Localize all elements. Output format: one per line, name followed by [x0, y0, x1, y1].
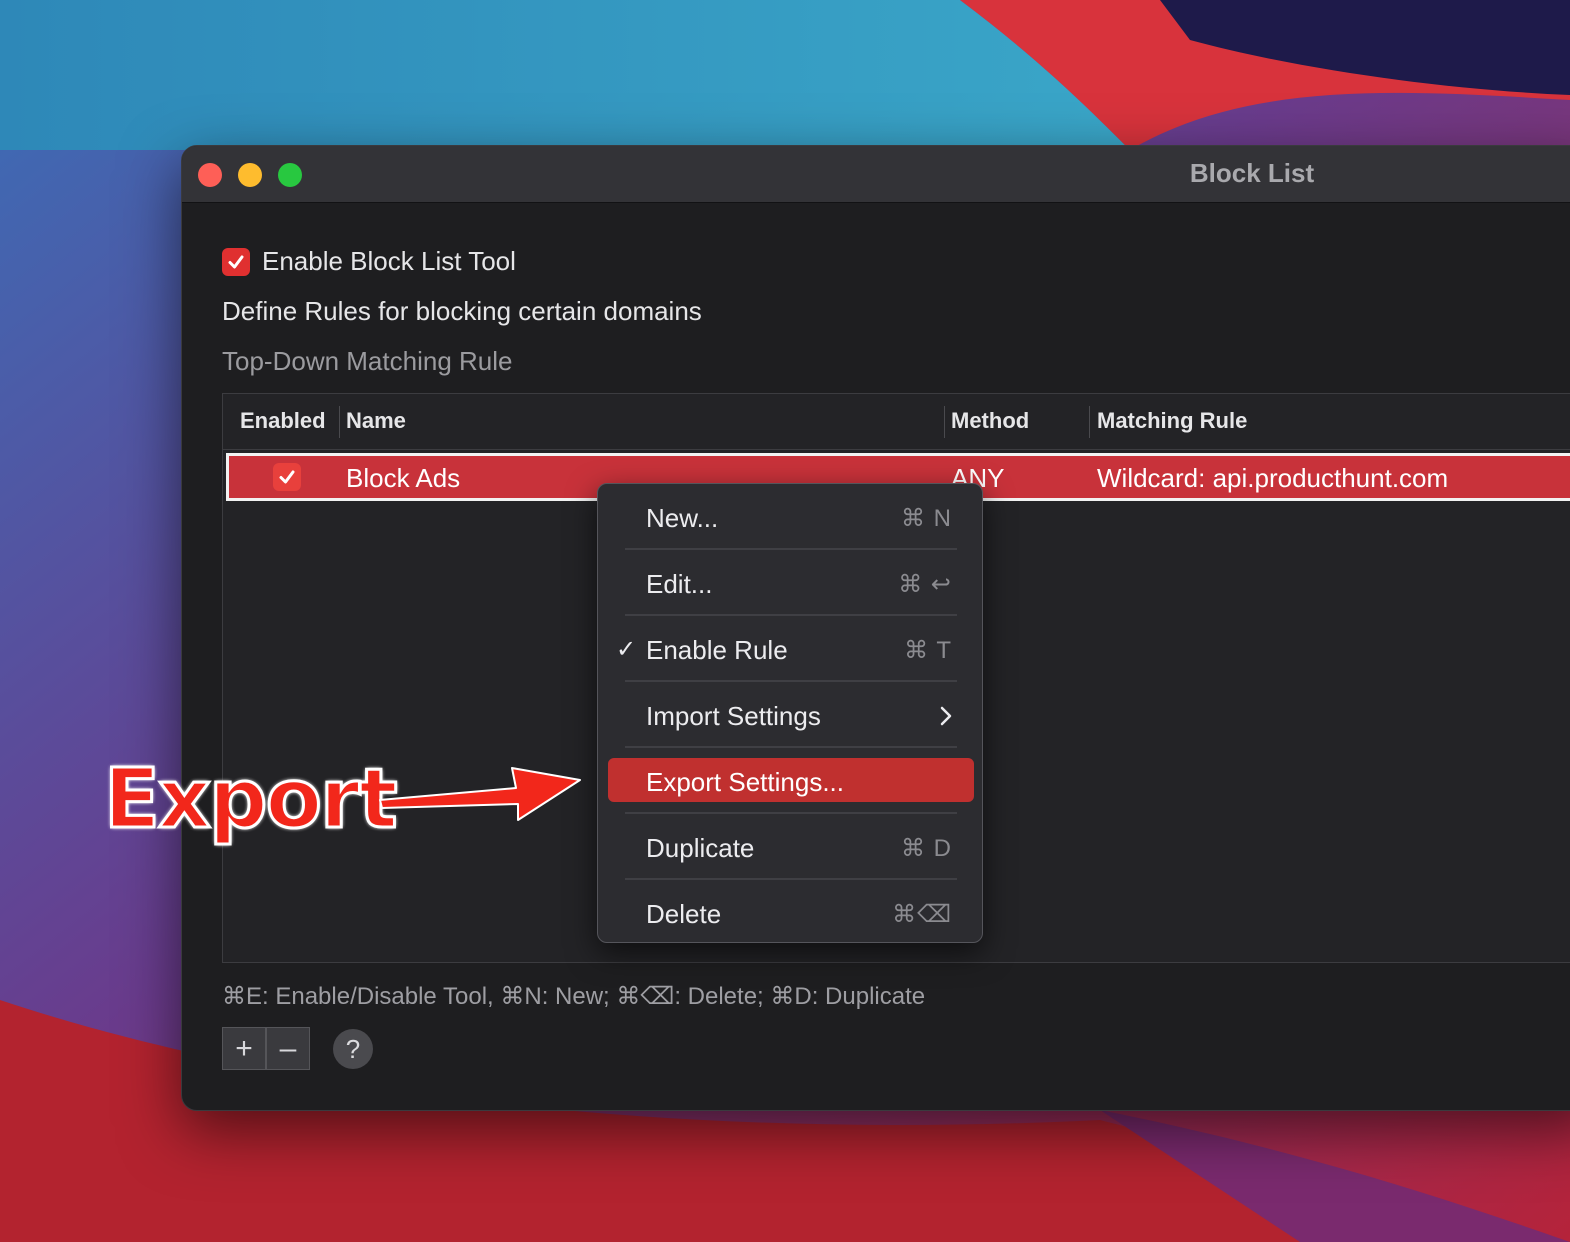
menu-separator: [625, 614, 957, 616]
menu-separator: [625, 680, 957, 682]
menu-item-export-settings[interactable]: Export Settings...: [598, 758, 984, 804]
menu-item-import-settings[interactable]: Import Settings: [598, 692, 984, 738]
menu-item-duplicate[interactable]: Duplicate ⌘ D: [598, 824, 984, 870]
column-header-matching-rule[interactable]: Matching Rule: [1097, 408, 1247, 434]
window-title: Block List: [1189, 158, 1315, 188]
menu-separator: [625, 746, 957, 748]
row-matching-rule: Wildcard: api.producthunt.com: [1097, 463, 1449, 493]
subdescription-text: Top-Down Matching Rule: [222, 346, 513, 376]
checkmark-icon: ✓: [616, 636, 637, 663]
table-header: Enabled Name Method Matching Rule: [223, 394, 1570, 450]
export-annotation: Export: [103, 751, 400, 849]
checkbox-checked-icon[interactable]: [222, 247, 250, 276]
menu-item-new[interactable]: New... ⌘ N: [598, 494, 984, 540]
enable-tool-checkbox[interactable]: Enable Block List Tool: [222, 246, 516, 277]
menu-item-edit[interactable]: Edit... ⌘ ↩: [598, 560, 984, 606]
menu-item-enable-rule[interactable]: ✓ Enable Rule ⌘ T: [598, 626, 984, 672]
menu-item-delete[interactable]: Delete ⌘⌫: [598, 890, 984, 936]
titlebar[interactable]: Block List: [182, 146, 1570, 203]
column-header-name[interactable]: Name: [346, 408, 406, 434]
column-header-enabled[interactable]: Enabled: [240, 408, 326, 434]
enable-tool-label: Enable Block List Tool: [262, 246, 516, 276]
menu-separator: [625, 812, 957, 814]
menu-separator: [625, 548, 957, 550]
column-header-method[interactable]: Method: [951, 408, 1029, 434]
description-text: Define Rules for blocking certain domain…: [222, 296, 702, 326]
add-remove-buttons: + –: [222, 1027, 310, 1070]
shortcut-hint: ⌘E: Enable/Disable Tool, ⌘N: New; ⌘⌫: De…: [222, 983, 926, 1010]
annotation-arrow-icon: [379, 767, 581, 821]
add-rule-button[interactable]: +: [222, 1027, 266, 1070]
help-button[interactable]: ?: [333, 1029, 373, 1069]
annotation-text: Export: [103, 751, 400, 849]
menu-separator: [625, 878, 957, 880]
remove-rule-button[interactable]: –: [266, 1027, 310, 1070]
row-name: Block Ads: [346, 463, 461, 493]
row-enabled-checkbox[interactable]: [273, 463, 301, 491]
context-menu: New... ⌘ N Edit... ⌘ ↩ ✓ Enable Rule ⌘ T…: [597, 483, 983, 943]
chevron-right-icon: [940, 706, 952, 726]
